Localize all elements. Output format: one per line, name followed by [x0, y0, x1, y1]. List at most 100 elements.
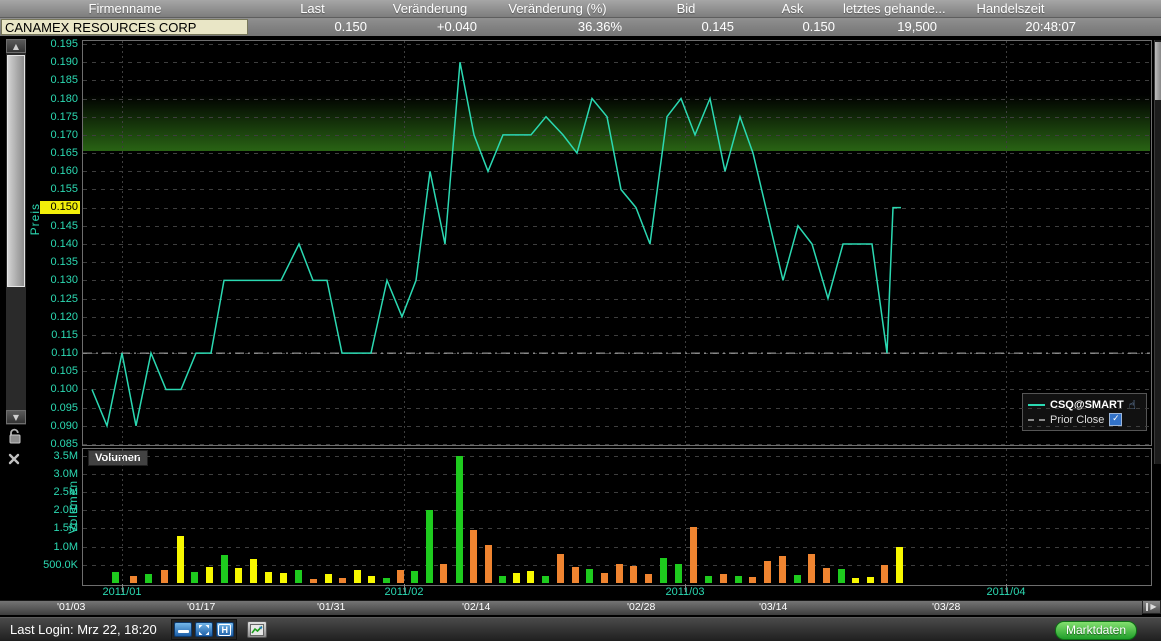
price-gridline [83, 226, 1150, 227]
month-gridline [404, 41, 405, 443]
scroll-down-button[interactable]: ▼ [6, 410, 26, 424]
volume-bar [601, 573, 608, 583]
left-scrollbar-thumb[interactable] [7, 55, 25, 287]
month-tick [685, 584, 686, 592]
price-tick-label: 0.155 [30, 183, 78, 195]
month-tick [122, 584, 123, 592]
price-gridline [83, 299, 1150, 300]
volume-bar [145, 574, 152, 583]
quote-row[interactable]: CANAMEX RESOURCES CORP 0.150 +0.040 36.3… [0, 18, 1161, 36]
volume-bar [383, 578, 390, 583]
price-gridline [83, 371, 1150, 372]
volume-bar [426, 510, 433, 583]
volume-bar [177, 536, 184, 583]
price-tick-label: 0.095 [30, 402, 78, 414]
volume-bar [368, 576, 375, 583]
volume-bar [808, 554, 815, 583]
price-tick-label: 0.110 [30, 347, 78, 359]
volume-bar [191, 572, 198, 583]
quote-table-header: Firmenname Last Veränderung Veränderung … [0, 0, 1161, 18]
price-gridline [83, 262, 1150, 263]
volume-bar [838, 569, 845, 583]
volume-bar [221, 555, 228, 583]
volume-bar [705, 576, 712, 583]
change-pct-value: 36.36% [485, 18, 630, 36]
col-header-letztes-gehandelt[interactable]: letztes gehande... [843, 0, 945, 17]
price-gridline [83, 99, 1150, 100]
price-band [83, 95, 1150, 151]
last-value: 0.150 [250, 18, 375, 36]
close-icon[interactable] [8, 452, 20, 470]
chart-icon[interactable] [247, 621, 267, 638]
time-scroll-label: '01/31 [317, 601, 345, 613]
resize-arrows-icon[interactable] [195, 622, 213, 637]
volume-bar [161, 570, 168, 583]
volume-bar [720, 574, 727, 583]
col-header-last[interactable]: Last [250, 0, 375, 17]
price-gridline [83, 444, 1150, 445]
price-gridline [83, 80, 1150, 81]
marktdaten-button[interactable]: Marktdaten [1055, 621, 1137, 640]
volume-bar [896, 547, 903, 583]
left-scrollbar[interactable]: ▲ ▼ [6, 39, 26, 425]
trade-time-value: 20:48:07 [945, 18, 1161, 36]
unlock-icon[interactable] [8, 428, 22, 449]
price-gridline [83, 353, 1150, 354]
time-scroll-label: '03/28 [932, 601, 960, 613]
volume-bar [823, 568, 830, 583]
volume-gridline [83, 456, 1150, 457]
volume-gridline [83, 492, 1150, 493]
col-header-bid[interactable]: Bid [630, 0, 742, 17]
last-price-tag: 0.150 [40, 201, 80, 214]
volume-bar [499, 576, 506, 583]
col-header-veraenderung[interactable]: Veränderung [375, 0, 485, 17]
volume-tick-label: 1.5M [30, 522, 78, 534]
volume-bar [690, 527, 697, 583]
volume-bar [411, 571, 418, 583]
prior-close-checkbox[interactable]: ✓ [1109, 413, 1122, 426]
volume-bar [470, 530, 477, 583]
price-tick-label: 0.190 [30, 56, 78, 68]
right-arrow-icon: ▶ [1150, 603, 1156, 611]
legend-series-row[interactable]: CSQ@SMART ☝ [1028, 397, 1141, 412]
volume-gridline [83, 510, 1150, 511]
volume-gridline [83, 474, 1150, 475]
scroll-right-button[interactable]: ▶ [1142, 600, 1161, 614]
col-header-veraenderung-pct[interactable]: Veränderung (%) [485, 0, 630, 17]
price-tick-label: 0.105 [30, 365, 78, 377]
volume-bar [456, 456, 463, 583]
volume-bar [339, 578, 346, 583]
right-scrollbar-thumb[interactable] [1155, 42, 1161, 100]
volume-bar [206, 567, 213, 583]
right-scrollbar[interactable] [1154, 40, 1161, 464]
time-scrollbar[interactable] [0, 600, 1142, 615]
scroll-up-button[interactable]: ▲ [6, 39, 26, 53]
col-header-firmenname[interactable]: Firmenname [0, 0, 250, 17]
volume-bar [735, 576, 742, 583]
volume-panel-label: Volumen [88, 450, 148, 466]
window-bar-icon[interactable] [174, 622, 192, 637]
volume-bar [779, 556, 786, 583]
col-header-handelszeit[interactable]: Handelszeit [945, 0, 1161, 17]
bid-value: 0.145 [630, 18, 742, 36]
price-gridline [83, 189, 1150, 190]
volume-bar [881, 565, 888, 583]
price-tick-label: 0.115 [30, 329, 78, 341]
volume-bar [749, 577, 756, 583]
volume-bar [485, 545, 492, 583]
price-tick-label: 0.195 [30, 38, 78, 50]
volume-bar [280, 573, 287, 583]
volume-bar [235, 568, 242, 583]
col-header-ask[interactable]: Ask [742, 0, 843, 17]
legend-prior-row: Prior Close ✓ [1028, 412, 1141, 427]
time-scroll-label: '03/14 [759, 601, 787, 613]
volume-gridline [83, 528, 1150, 529]
month-tick [1006, 584, 1007, 592]
company-name-field[interactable]: CANAMEX RESOURCES CORP [1, 19, 248, 35]
price-gridline [83, 44, 1150, 45]
last-size-value: 19,500 [843, 18, 945, 36]
h-icon[interactable]: H [216, 622, 234, 637]
volume-tick-label: 500.0K [30, 559, 78, 571]
volume-bar [852, 578, 859, 583]
volume-bar [265, 572, 272, 583]
